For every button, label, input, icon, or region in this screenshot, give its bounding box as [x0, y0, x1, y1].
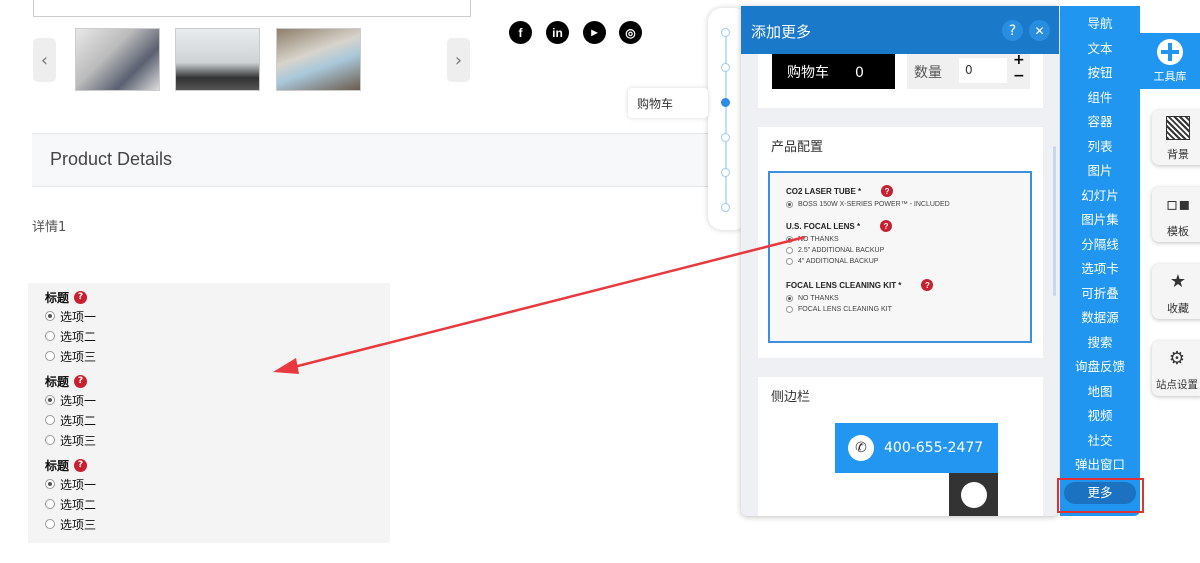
arrow-line — [289, 235, 806, 370]
arrow-head — [273, 358, 299, 374]
annotation-arrow — [273, 235, 806, 374]
